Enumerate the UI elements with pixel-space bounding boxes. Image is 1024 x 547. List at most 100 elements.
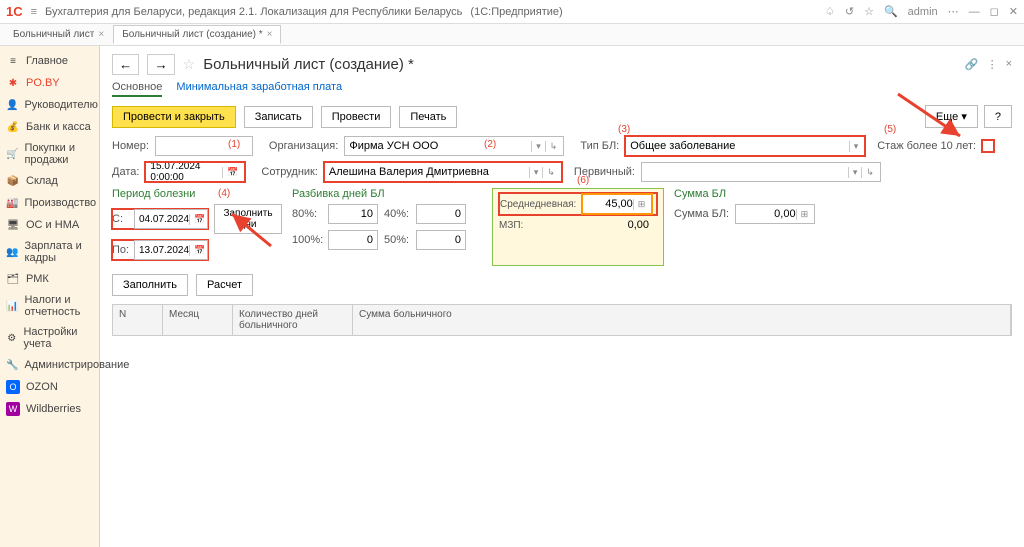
org-label: Организация: (269, 140, 338, 152)
user-icon: 👤 (6, 98, 18, 112)
sidebar-item-wildberries[interactable]: WWildberries (0, 398, 99, 420)
sidebar-item-assets[interactable]: 🖥ОС и НМА (0, 214, 99, 236)
dropdown-icon[interactable]: ▾ (848, 167, 862, 178)
sidebar-item-poby[interactable]: ✱PO.BY (0, 72, 99, 94)
search-icon[interactable]: 🔍 (884, 5, 898, 18)
p80-label: 80%: (292, 208, 322, 220)
box-icon: 📦 (6, 174, 20, 188)
back-button[interactable]: ← (112, 54, 139, 75)
close-icon[interactable]: × (267, 29, 273, 40)
forward-button[interactable]: → (147, 54, 174, 75)
annotation-6: (6) (577, 175, 589, 186)
notifications-icon[interactable]: ♤ (825, 5, 835, 18)
v50-input[interactable] (416, 230, 466, 250)
calendar-icon[interactable]: 📅 (189, 245, 209, 256)
open-icon[interactable]: ↳ (542, 167, 559, 178)
col-n: N (113, 305, 163, 335)
v80-input[interactable] (328, 204, 378, 224)
user-label[interactable]: admin (908, 6, 938, 18)
sidebar-item-ozon[interactable]: OOZON (0, 376, 99, 398)
sidebar-item-warehouse[interactable]: 📦 Склад (0, 170, 99, 192)
calendar-icon[interactable]: 📅 (222, 167, 242, 178)
to-label: По: (112, 244, 130, 256)
p50-label: 50%: (384, 234, 410, 246)
fill-days-button[interactable]: Заполнить дни (214, 204, 282, 234)
gear-icon: ⚙ (6, 331, 17, 345)
avg-input[interactable]: 45,00⊞ (582, 194, 652, 214)
dropdown-icon[interactable]: ▾ (529, 167, 543, 178)
date-input[interactable]: 15.07.2024 0:00:00📅 (145, 162, 245, 182)
date-label: Дата: (112, 166, 139, 178)
minimize-icon[interactable]: — (969, 6, 980, 18)
table-header: N Месяц Количество дней больничного Сумм… (112, 304, 1012, 336)
emp-select[interactable]: Алешина Валерия Дмитриевна▾↳ (324, 162, 562, 182)
annotation-5: (5) (884, 124, 896, 135)
sidebar-item-settings[interactable]: ⚙Настройки учета (0, 322, 99, 354)
link-icon[interactable]: 🔗 (965, 58, 979, 71)
sidebar-item-sales[interactable]: 🛒Покупки и продажи (0, 138, 99, 170)
sidebar-item-main[interactable]: ≡Главное (0, 50, 99, 72)
dropdown-icon[interactable]: ▾ (849, 141, 863, 152)
org-value: Фирма УСН ООО (349, 140, 531, 152)
save-button[interactable]: Записать (244, 106, 313, 128)
tab-label: Больничный лист (13, 29, 94, 40)
window-close-icon[interactable]: × (1006, 58, 1012, 71)
wildberries-icon: W (6, 402, 20, 416)
settings-icon[interactable]: ⋯ (948, 5, 959, 18)
print-button[interactable]: Печать (399, 106, 457, 128)
chart-icon: 📊 (6, 299, 18, 313)
sidebar-item-salary[interactable]: 👥Зарплата и кадры (0, 236, 99, 268)
sum-input[interactable]: 0,00⊞ (735, 204, 815, 224)
to-value: 13.07.2024 (139, 245, 189, 256)
sub-tab-main[interactable]: Основное (112, 81, 162, 97)
favorite-icon[interactable]: ☆ (864, 5, 874, 18)
calc-icon[interactable]: ⊞ (633, 199, 650, 210)
org-select[interactable]: Фирма УСН ООО▾↳ (344, 136, 564, 156)
sidebar-item-label: Производство (24, 197, 96, 209)
v40-input[interactable] (416, 204, 466, 224)
menu-icon[interactable]: ≡ (31, 6, 37, 18)
calc-button[interactable]: Расчет (196, 274, 253, 296)
more-menu-icon[interactable]: ⋮ (987, 58, 998, 71)
fill-button[interactable]: Заполнить (112, 274, 188, 296)
dropdown-icon[interactable]: ▾ (531, 141, 545, 152)
sidebar-item-bank[interactable]: 💰Банк и касса (0, 116, 99, 138)
annotation-3: (3) (618, 124, 630, 135)
v100-input[interactable] (328, 230, 378, 250)
to-date[interactable]: 13.07.2024📅 (134, 240, 208, 260)
sidebar-item-production[interactable]: 🏭Производство (0, 192, 99, 214)
sidebar-item-manager[interactable]: 👤Руководителю (0, 94, 99, 116)
primary-select[interactable]: ▾↳ (641, 162, 881, 182)
tab-sick-create[interactable]: Больничный лист (создание) * × (113, 25, 281, 44)
more-button[interactable]: Еще ▾ (925, 105, 978, 128)
sidebar-item-rmk[interactable]: 🗂РМК (0, 268, 99, 290)
maximize-icon[interactable]: ◻ (990, 5, 999, 18)
sidebar-item-tax[interactable]: 📊Налоги и отчетность (0, 290, 99, 322)
sub-tab-mzp[interactable]: Минимальная заработная плата (176, 81, 342, 97)
wrench-icon: 🔧 (6, 358, 18, 372)
open-icon[interactable]: ↳ (545, 141, 562, 152)
avg-value: 45,00 (587, 198, 632, 210)
post-close-button[interactable]: Провести и закрыть (112, 106, 236, 128)
calc-icon[interactable]: ⊞ (796, 209, 813, 220)
post-button[interactable]: Провести (321, 106, 392, 128)
sidebar-item-label: PO.BY (26, 77, 60, 89)
history-icon[interactable]: ↺ (845, 5, 854, 18)
help-button[interactable]: ? (984, 105, 1012, 128)
star-icon[interactable]: ☆ (183, 56, 196, 73)
close-icon[interactable]: × (98, 29, 104, 40)
sidebar-item-admin[interactable]: 🔧Администрирование (0, 354, 99, 376)
date-value: 15.07.2024 0:00:00 (150, 161, 222, 183)
mzp-value: 0,00 (579, 219, 649, 231)
document-tabs: Больничный лист × Больничный лист (созда… (0, 24, 1024, 46)
exp-checkbox[interactable] (982, 140, 994, 152)
col-month: Месяц (163, 305, 233, 335)
open-icon[interactable]: ↳ (861, 167, 878, 178)
tab-sick-list[interactable]: Больничный лист × (4, 25, 113, 44)
sidebar-item-label: Главное (26, 55, 68, 67)
from-date[interactable]: 04.07.2024📅 (134, 209, 208, 229)
type-select[interactable]: Общее заболевание▾ (625, 136, 865, 156)
calendar-icon[interactable]: 📅 (189, 214, 209, 225)
app-close-icon[interactable]: ✕ (1009, 5, 1018, 18)
sidebar-item-label: Склад (26, 175, 58, 187)
